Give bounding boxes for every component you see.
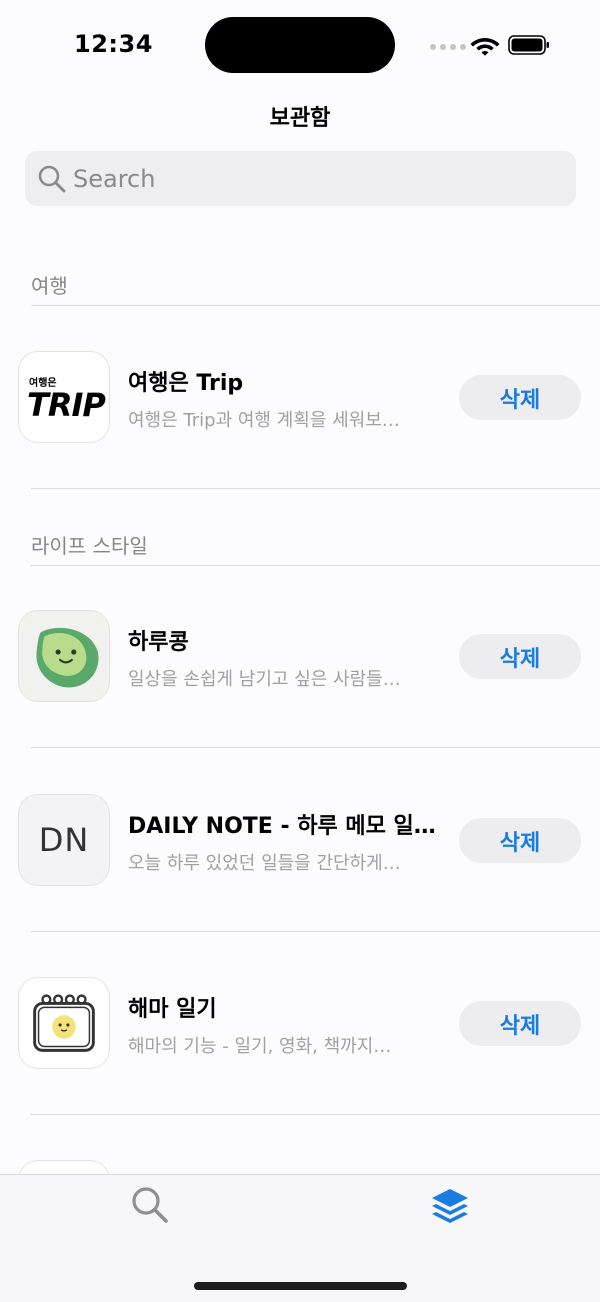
delete-button[interactable]: 삭제 [459,1001,581,1046]
icon-text: DN [38,821,90,859]
haema-app-icon[interactable] [18,977,110,1069]
dynamic-island [205,17,395,73]
delete-button[interactable]: 삭제 [459,818,581,863]
list-item[interactable]: DN DAILY NOTE - 하루 메모 일… 오늘 하루 있었던 일들을 간… [0,794,600,914]
app-description: 일상을 손쉽게 남기고 싶은 사람들… [128,669,401,690]
list-item[interactable]: 해마 일기 해마의 기능 - 일기, 영화, 책까지… 삭제 [0,977,600,1097]
cellular-signal-icon [430,44,466,50]
app-description: 여행은 Trip과 여행 계획을 세워보… [128,410,400,431]
battery-icon [508,35,549,55]
status-time: 12:34 [74,30,153,58]
search-input[interactable] [73,164,553,193]
section-header-travel: 여행 [31,274,68,298]
section-header-lifestyle: 라이프 스타일 [31,534,148,558]
divider [31,305,600,306]
app-description: 해마의 기능 - 일기, 영화, 책까지… [128,1036,392,1057]
divider [31,1114,600,1115]
icon-text-big: TRIP [27,385,106,424]
dailynote-app-icon[interactable]: DN [18,794,110,886]
app-name: 여행은 Trip [128,371,244,396]
app-name: 해마 일기 [128,997,217,1022]
tab-library-stack-icon[interactable] [428,1185,472,1229]
notebook-face-icon [33,994,95,1052]
app-name: DAILY NOTE - 하루 메모 일… [128,814,436,839]
delete-button[interactable]: 삭제 [459,375,581,420]
list-item[interactable]: 하루콩 일상을 손쉽게 남기고 싶은 사람들… 삭제 [0,610,600,730]
status-bar: 12:34 [0,0,600,90]
page-title: 보관함 [269,106,331,131]
tab-search-icon[interactable] [130,1185,170,1225]
list-item[interactable]: 여행은 TRIP 여행은 Trip 여행은 Trip과 여행 계획을 세워보… … [0,351,600,471]
wifi-icon [470,38,500,56]
trip-app-icon[interactable]: 여행은 TRIP [18,351,110,443]
app-description: 오늘 하루 있었던 일들을 간단하게… [128,853,401,874]
divider [31,747,600,748]
home-indicator [194,1282,407,1290]
search-icon [38,165,66,192]
search-bar[interactable] [25,151,576,206]
delete-button[interactable]: 삭제 [459,634,581,679]
bean-app-icon[interactable] [18,610,110,702]
bean-face-icon [36,627,99,688]
divider [31,931,600,932]
app-name: 하루콩 [128,630,189,655]
divider [31,488,600,489]
divider [31,565,600,566]
